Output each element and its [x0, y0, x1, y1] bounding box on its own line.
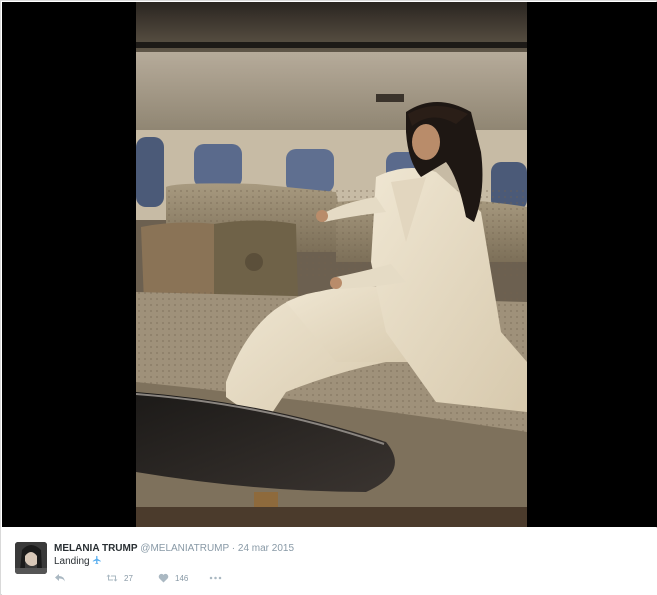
like-count: 146 — [175, 573, 189, 583]
avatar[interactable] — [15, 542, 47, 574]
retweet-count: 27 — [124, 573, 133, 583]
retweet-button[interactable]: 27 — [106, 573, 133, 583]
like-button[interactable]: 146 — [158, 573, 188, 583]
photo-illustration — [136, 2, 527, 527]
tweet-date[interactable]: 24 mar 2015 — [238, 543, 294, 554]
tweet-header: MELANIA TRUMP @MELANIATRUMP · 24 mar 201… — [54, 542, 294, 555]
meta-separator: · — [231, 543, 236, 554]
reply-icon — [55, 574, 65, 582]
reply-button[interactable] — [54, 573, 66, 583]
media-container[interactable] — [2, 2, 657, 527]
author-handle[interactable]: @MELANIATRUMP — [140, 543, 229, 554]
more-button[interactable] — [209, 573, 222, 583]
tweet-body: MELANIA TRUMP @MELANIATRUMP · 24 mar 201… — [2, 528, 657, 595]
tweet-text-content: Landing — [54, 556, 90, 567]
avatar-image — [15, 542, 47, 574]
author-name[interactable]: MELANIA TRUMP — [54, 543, 138, 554]
heart-icon — [158, 573, 169, 583]
retweet-icon — [106, 574, 118, 582]
tweet-photo[interactable] — [136, 2, 527, 527]
tweet-text: Landing — [54, 555, 102, 568]
airplane-icon — [92, 555, 102, 567]
tweet-card: MELANIA TRUMP @MELANIATRUMP · 24 mar 201… — [0, 0, 657, 595]
more-icon — [209, 576, 222, 580]
